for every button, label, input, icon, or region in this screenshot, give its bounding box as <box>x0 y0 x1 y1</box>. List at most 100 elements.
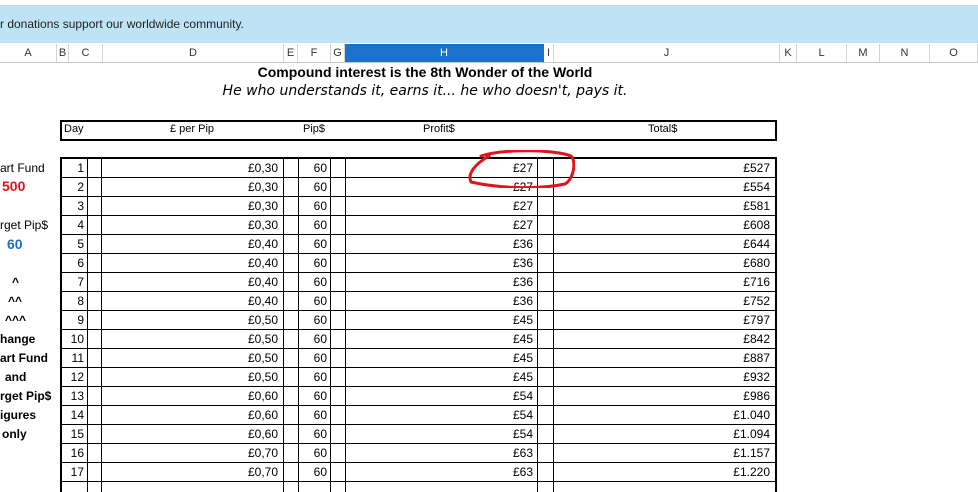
cell-profit[interactable]: £45 <box>346 311 535 330</box>
cell-per-pip[interactable]: £0,30 <box>102 197 280 216</box>
cell-day[interactable]: 15 <box>62 425 86 444</box>
cell-total[interactable]: £986 <box>554 387 772 406</box>
cell-day[interactable]: 8 <box>62 292 86 311</box>
cell-pips[interactable]: 60 <box>299 197 329 216</box>
cell-pips[interactable]: 60 <box>299 463 329 482</box>
cell-day[interactable]: 9 <box>62 311 86 330</box>
cell-day[interactable]: 17 <box>62 463 86 482</box>
cell-profit[interactable]: £36 <box>346 273 535 292</box>
cell-profit[interactable]: £36 <box>346 254 535 273</box>
cell-pips[interactable]: 60 <box>299 387 329 406</box>
cell-pips[interactable]: 60 <box>299 425 329 444</box>
column-header-a[interactable]: A <box>0 44 57 63</box>
cell-day[interactable]: 3 <box>62 197 86 216</box>
cell-pips[interactable]: 60 <box>299 444 329 463</box>
column-header-j[interactable]: J <box>554 44 780 63</box>
cell-day[interactable]: 12 <box>62 368 86 387</box>
cell-pips[interactable]: 60 <box>299 235 329 254</box>
cell-day[interactable]: 10 <box>62 330 86 349</box>
cell-total[interactable]: £680 <box>554 254 772 273</box>
cell-profit[interactable]: £27 <box>346 216 535 235</box>
cell-profit[interactable]: £54 <box>346 406 535 425</box>
cell-profit[interactable]: £36 <box>346 235 535 254</box>
column-header-c[interactable]: C <box>69 44 103 63</box>
cell-per-pip[interactable]: £0,30 <box>102 216 280 235</box>
cell-per-pip[interactable]: £0,40 <box>102 273 280 292</box>
cell-total[interactable]: £1.220 <box>554 463 772 482</box>
cell-per-pip[interactable]: £0,50 <box>102 311 280 330</box>
cell-per-pip[interactable]: £0,60 <box>102 387 280 406</box>
cell-per-pip[interactable]: £0,30 <box>102 178 280 197</box>
cell-per-pip[interactable]: £0,40 <box>102 254 280 273</box>
grid-vline-7 <box>537 157 538 492</box>
cell-total[interactable]: £797 <box>554 311 772 330</box>
column-header-h[interactable]: H <box>345 44 544 63</box>
column-header-n[interactable]: N <box>880 44 930 63</box>
cell-total[interactable]: £644 <box>554 235 772 254</box>
column-header-g[interactable]: G <box>331 44 345 63</box>
cell-total[interactable]: £1.040 <box>554 406 772 425</box>
cell-profit[interactable]: £36 <box>346 292 535 311</box>
cell-total[interactable]: £554 <box>554 178 772 197</box>
cell-day[interactable]: 4 <box>62 216 86 235</box>
cell-profit[interactable]: £63 <box>346 444 535 463</box>
cell-total[interactable]: £1.094 <box>554 425 772 444</box>
cell-day[interactable]: 14 <box>62 406 86 425</box>
column-header-e[interactable]: E <box>284 44 298 63</box>
cell-day[interactable]: 2 <box>62 178 86 197</box>
cell-per-pip[interactable]: £0,50 <box>102 368 280 387</box>
cell-total[interactable]: £752 <box>554 292 772 311</box>
cell-total[interactable]: £527 <box>554 159 772 178</box>
cell-total[interactable]: £608 <box>554 216 772 235</box>
cell-total[interactable]: £1.157 <box>554 444 772 463</box>
cell-per-pip[interactable]: £0,70 <box>102 463 280 482</box>
cell-day[interactable]: 1 <box>62 159 86 178</box>
cell-per-pip[interactable]: £0,60 <box>102 425 280 444</box>
cell-pips[interactable]: 60 <box>299 254 329 273</box>
cell-pips[interactable]: 60 <box>299 349 329 368</box>
cell-profit[interactable]: £54 <box>346 387 535 406</box>
cell-per-pip[interactable]: £0,40 <box>102 292 280 311</box>
cell-profit[interactable]: £63 <box>346 463 535 482</box>
cell-pips[interactable]: 60 <box>299 178 329 197</box>
column-header-k[interactable]: K <box>780 44 797 63</box>
cell-day[interactable]: 16 <box>62 444 86 463</box>
cell-pips[interactable]: 60 <box>299 406 329 425</box>
column-header-d[interactable]: D <box>103 44 284 63</box>
cell-total[interactable]: £842 <box>554 330 772 349</box>
cell-day[interactable]: 11 <box>62 349 86 368</box>
cell-pips[interactable]: 60 <box>299 330 329 349</box>
cell-per-pip[interactable]: £0,60 <box>102 406 280 425</box>
cell-profit[interactable]: £45 <box>346 349 535 368</box>
column-header-i[interactable]: I <box>544 44 554 63</box>
column-header-l[interactable]: L <box>797 44 847 63</box>
cell-total[interactable]: £716 <box>554 273 772 292</box>
cell-day[interactable]: 5 <box>62 235 86 254</box>
cell-per-pip[interactable]: £0,30 <box>102 159 280 178</box>
header-total: Total$ <box>648 123 678 135</box>
cell-per-pip[interactable]: £0,40 <box>102 235 280 254</box>
cell-profit[interactable]: £45 <box>346 330 535 349</box>
cell-pips[interactable]: 60 <box>299 368 329 387</box>
column-header-m[interactable]: M <box>847 44 880 63</box>
cell-pips[interactable]: 60 <box>299 311 329 330</box>
cell-per-pip[interactable]: £0,50 <box>102 349 280 368</box>
cell-pips[interactable]: 60 <box>299 216 329 235</box>
column-header-f[interactable]: F <box>298 44 331 63</box>
cell-pips[interactable]: 60 <box>299 159 329 178</box>
cell-day[interactable]: 13 <box>62 387 86 406</box>
cell-profit[interactable]: £27 <box>346 197 535 216</box>
column-header-b[interactable]: B <box>57 44 69 63</box>
cell-total[interactable]: £932 <box>554 368 772 387</box>
cell-total[interactable]: £887 <box>554 349 772 368</box>
cell-profit[interactable]: £45 <box>346 368 535 387</box>
cell-pips[interactable]: 60 <box>299 273 329 292</box>
cell-profit[interactable]: £54 <box>346 425 535 444</box>
cell-per-pip[interactable]: £0,50 <box>102 330 280 349</box>
cell-total[interactable]: £581 <box>554 197 772 216</box>
cell-per-pip[interactable]: £0,70 <box>102 444 280 463</box>
cell-pips[interactable]: 60 <box>299 292 329 311</box>
cell-day[interactable]: 6 <box>62 254 86 273</box>
cell-day[interactable]: 7 <box>62 273 86 292</box>
column-header-o[interactable]: O <box>930 44 978 63</box>
